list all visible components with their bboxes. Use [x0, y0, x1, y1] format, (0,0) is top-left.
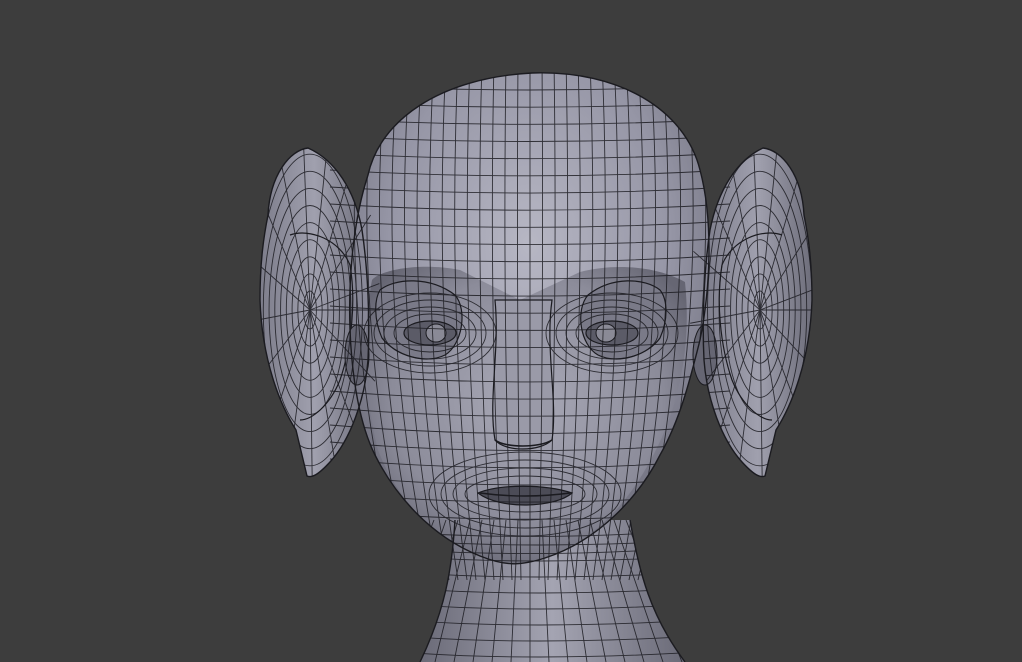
nose	[492, 299, 555, 450]
3d-viewport[interactable]	[0, 0, 1022, 662]
mesh-edge	[377, 519, 435, 662]
head-mesh[interactable]	[0, 0, 1022, 662]
